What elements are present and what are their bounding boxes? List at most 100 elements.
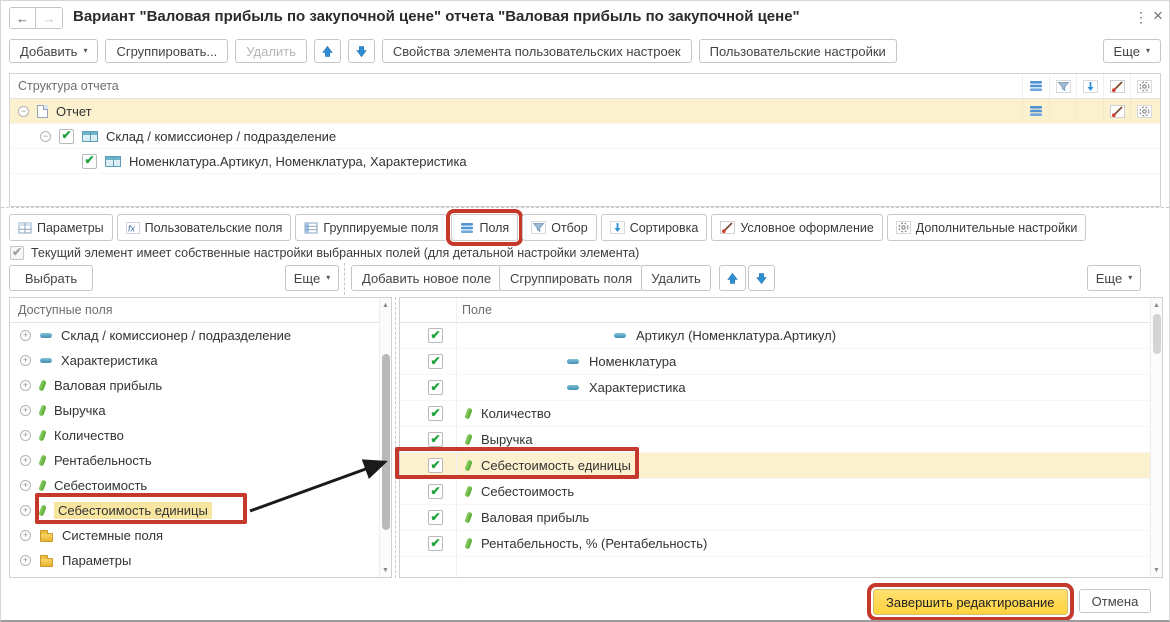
tab-custom-fields[interactable]: fx Пользовательские поля [116,214,292,241]
checkbox-checked[interactable]: ✔ [428,380,443,395]
field-move-down-button[interactable] [748,265,775,291]
checkbox-checked[interactable]: ✔ [428,484,443,499]
group-button[interactable]: Сгруппировать... [105,39,229,63]
available-fields-scrollbar[interactable]: ▲ ▼ [379,298,391,577]
add-new-field-button[interactable]: Добавить новое поле [351,265,503,291]
available-fields-more-button[interactable]: Еще ▾ [285,265,339,291]
selected-field-row[interactable]: ✔ Артикул (Номенклатура.Артикул) [400,323,1162,349]
collapse-icon[interactable]: − [40,130,51,142]
add-button[interactable]: Добавить ▾ [9,39,99,63]
available-field-kolichestvo[interactable]: + Количество [10,423,391,448]
field-move-up-button[interactable] [719,265,746,291]
scroll-down-icon[interactable]: ▼ [1151,564,1162,576]
checkbox-checked[interactable]: ✔ [59,128,74,144]
window-menu-button[interactable]: ⋮ [1134,9,1148,26]
selected-field-row-sebestoimost-edinicy[interactable]: ✔ Себестоимость единицы [400,453,1162,479]
selected-field-row[interactable]: ✔ Выручка [400,427,1162,453]
scrollbar-thumb[interactable] [382,354,390,530]
cancel-button[interactable]: Отмена [1079,589,1151,613]
expand-icon[interactable]: + [20,405,31,416]
available-field-sistemnye-polya[interactable]: + Системные поля [10,523,391,548]
tab-sorting[interactable]: Сортировка [600,214,708,241]
check-icon: ✔ [430,509,441,524]
tab-parameters[interactable]: Параметры [9,214,113,241]
move-down-button[interactable] [347,39,375,63]
numeric-field-icon [464,537,473,550]
expand-icon[interactable]: + [20,380,31,391]
checkbox-checked[interactable]: ✔ [428,432,443,447]
available-field-rentabelnost[interactable]: + Рентабельность [10,448,391,473]
check-icon: ✔ [430,327,441,342]
selected-field-row[interactable]: ✔ Характеристика [400,375,1162,401]
group-fields-button[interactable]: Сгруппировать поля [499,265,644,291]
available-field-harakteristika[interactable]: + Характеристика [10,348,391,373]
expand-icon[interactable]: + [20,330,31,341]
panes-splitter[interactable] [395,297,396,578]
move-up-button[interactable] [313,39,341,63]
delete-field-button[interactable]: Удалить [641,265,711,291]
numeric-field-icon [38,429,47,442]
available-field-sklad[interactable]: + Склад / комиссионер / подразделение [10,323,391,348]
expand-icon[interactable]: + [20,555,31,566]
selected-field-row[interactable]: ✔ Рентабельность, % (Рентабельность) [400,531,1162,557]
available-field-sebestoimost-edinicy[interactable]: + Себестоимость единицы [10,498,391,523]
selected-field-row[interactable]: ✔ Себестоимость [400,479,1162,505]
dimension-field-icon [40,333,52,338]
user-settings-button[interactable]: Пользовательские настройки [698,39,897,63]
selected-fields-header: Поле [400,298,1162,323]
structure-row-group1[interactable]: − ✔ Склад / комиссионер / подразделение [10,124,1160,149]
scroll-up-icon[interactable]: ▲ [380,299,391,311]
check-icon: ✔ [84,153,95,167]
expand-icon[interactable]: + [20,455,31,466]
collapse-icon[interactable]: − [18,105,29,117]
tab-additional-settings[interactable]: Дополнительные настройки [886,214,1087,241]
close-button[interactable]: × [1153,6,1163,26]
check-icon: ✔ [430,379,441,394]
user-settings-item-props-button[interactable]: Свойства элемента пользовательских настр… [381,39,692,63]
checkbox-checked[interactable]: ✔ [82,153,97,169]
checkbox-checked[interactable]: ✔ [428,458,443,473]
tab-filter[interactable]: Отбор [522,214,597,241]
available-field-valovaya-pribyl[interactable]: + Валовая прибыль [10,373,391,398]
numeric-field-icon [464,407,473,420]
report-structure-panel: Структура отчета − Отчет − ✔ Склад / ком… [9,73,1161,207]
conditional-appearance-icon [720,221,736,234]
available-field-vyruchka[interactable]: + Выручка [10,398,391,423]
structure-row-group2[interactable]: ✔ Номенклатура.Артикул, Номенклатура, Ха… [10,149,1160,174]
toolbar-more-button[interactable]: Еще ▾ [1102,39,1161,63]
checkbox-checked[interactable]: ✔ [428,354,443,369]
settings-tabs: Параметры fx Пользовательские поля Групп… [1,207,1169,246]
own-settings-checkbox[interactable]: ✔ [10,246,24,260]
expand-icon[interactable]: + [20,480,31,491]
scroll-down-icon[interactable]: ▼ [380,564,391,576]
selected-field-row[interactable]: ✔ Номенклатура [400,349,1162,375]
structure-row-report[interactable]: − Отчет [10,99,1160,124]
available-field-sebestoimost[interactable]: + Себестоимость [10,473,391,498]
expand-icon[interactable]: + [20,530,31,541]
back-button[interactable]: ← [9,7,36,29]
report-document-icon [37,104,48,118]
expand-icon[interactable]: + [20,505,31,516]
tab-conditional-appearance[interactable]: Условное оформление [711,214,883,241]
expand-icon[interactable]: + [20,430,31,441]
selected-fields-more-button[interactable]: Еще ▾ [1087,265,1141,291]
tab-grouping-fields[interactable]: Группируемые поля [295,214,448,241]
available-field-parametry[interactable]: + Параметры [10,548,391,573]
selected-field-row[interactable]: ✔ Валовая прибыль [400,505,1162,531]
forward-button[interactable]: → [36,7,63,29]
check-icon: ✔ [61,128,72,142]
tab-fields[interactable]: Поля [446,209,524,246]
selected-field-row[interactable]: ✔ Количество [400,401,1162,427]
checkbox-checked[interactable]: ✔ [428,406,443,421]
checkbox-checked[interactable]: ✔ [428,328,443,343]
scrollbar-thumb[interactable] [1153,314,1161,354]
numeric-field-icon [38,479,47,492]
delete-button[interactable]: Удалить [235,39,307,63]
expand-icon[interactable]: + [20,355,31,366]
checkbox-checked[interactable]: ✔ [428,510,443,525]
select-field-button[interactable]: Выбрать [9,265,93,291]
scroll-up-icon[interactable]: ▲ [1151,299,1162,311]
finish-editing-button[interactable]: Завершить редактирование [867,583,1074,620]
checkbox-checked[interactable]: ✔ [428,536,443,551]
selected-fields-scrollbar[interactable]: ▲ ▼ [1150,298,1162,577]
